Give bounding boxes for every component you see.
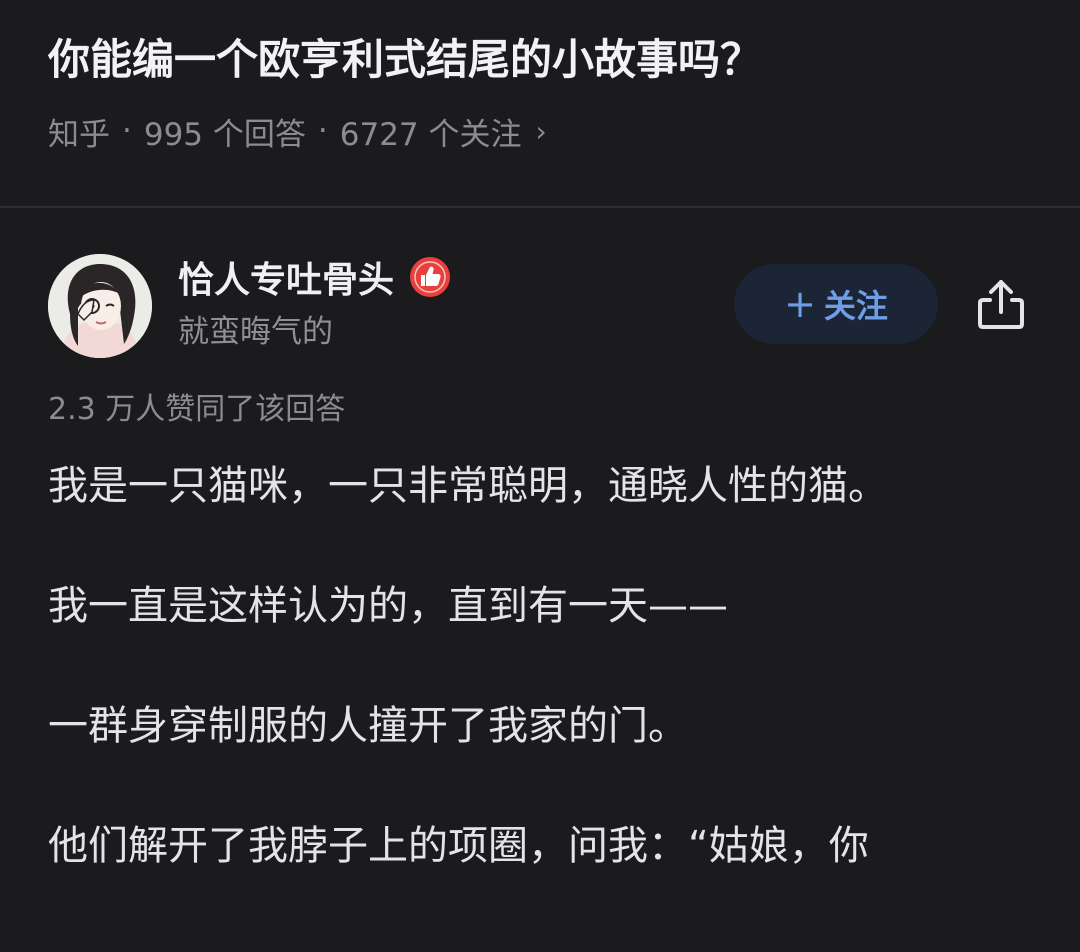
vote-count: 2.3 万人赞同了该回答 [48,392,346,427]
answer-page: 你能编一个欧亨利式结尾的小故事吗？ 知乎 · 995 个回答 · 6727 个关… [0,0,1080,952]
answer-paragraph: 我是一只猫咪，一只非常聪明，通晓人性的猫。 [48,463,888,509]
chevron-right-icon: › [535,114,547,148]
author-bio: 就蛮晦气的 [178,314,333,350]
share-icon[interactable] [970,274,1032,336]
answer-body[interactable]: 我是一只猫咪，一只非常聪明，通晓人性的猫。 我一直是这样认为的，直到有一天—— … [48,454,1038,934]
answer-paragraph: 我一直是这样认为的，直到有一天—— [48,583,728,629]
answer-paragraph: 一群身穿制服的人撞开了我家的门。 [48,703,688,749]
question-meta[interactable]: 知乎 · 995 个回答 · 6727 个关注 › [48,108,547,154]
avatar[interactable] [48,254,152,358]
answer-count: 995 个回答 [143,116,306,153]
follower-count: 6727 个关注 [339,116,522,153]
author-name-text: 恰人专吐骨头 [178,260,395,301]
avatar-illustration [48,254,152,358]
meta-separator: · [317,113,328,149]
follow-label: 关注 [823,287,888,325]
question-source: 知乎 [48,116,110,153]
plus-icon: + [784,282,816,326]
author-name[interactable]: 恰人专吐骨头 [178,252,452,302]
meta-separator: · [122,113,132,149]
thumbs-up-badge-icon [408,255,452,299]
header-divider [0,206,1080,208]
question-title[interactable]: 你能编一个欧亨利式结尾的小故事吗？ [48,28,1048,92]
answer-paragraph: 他们解开了我脖子上的项圈，问我：“姑娘，你 [48,823,869,869]
follow-button[interactable]: + 关注 [734,264,938,344]
